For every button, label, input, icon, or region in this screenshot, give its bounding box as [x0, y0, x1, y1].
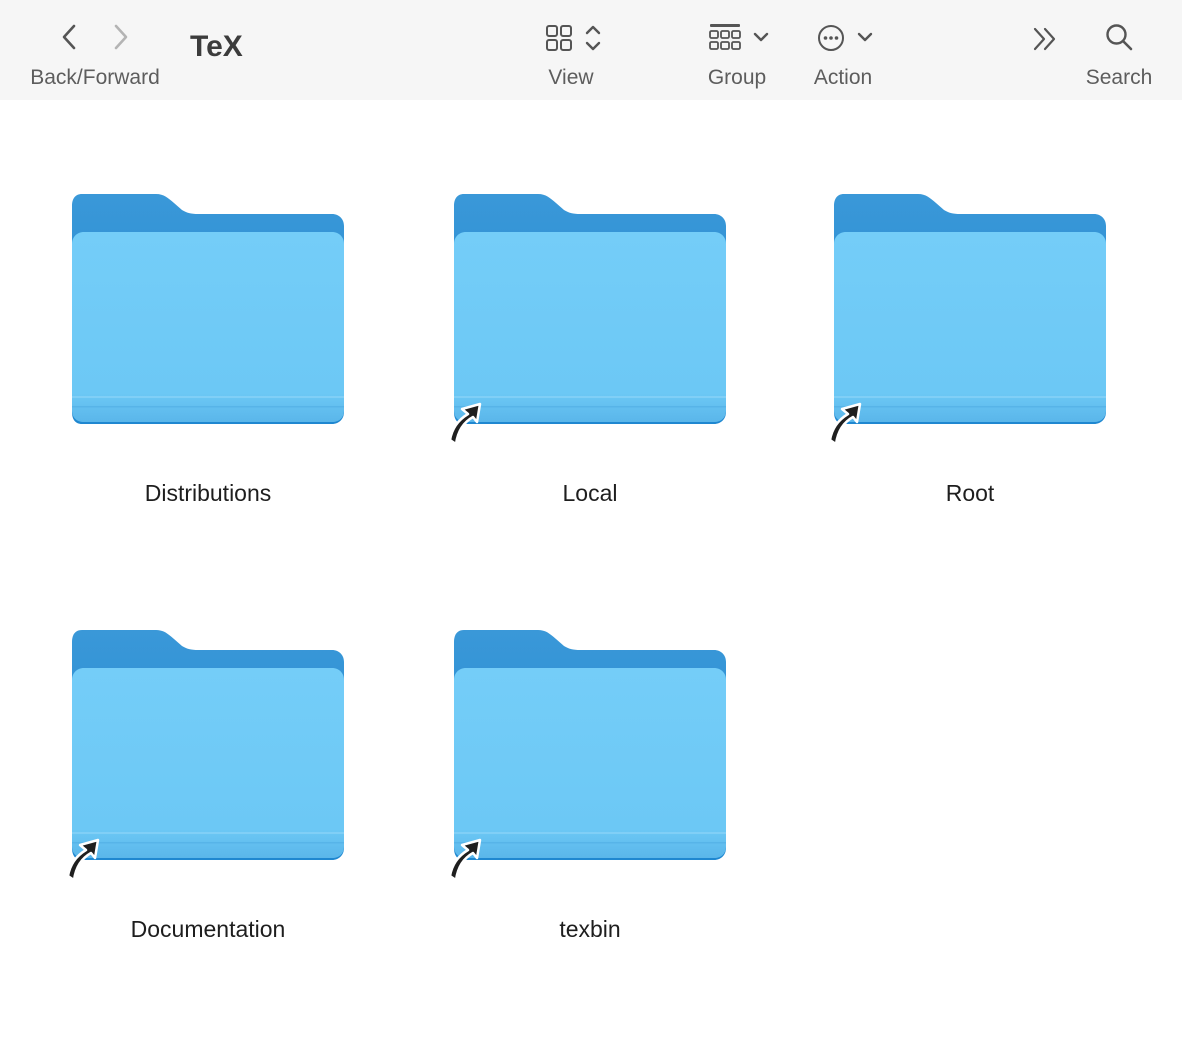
chevron-left-icon[interactable]	[58, 22, 80, 57]
group-label: Group	[707, 66, 767, 89]
alias-arrow-icon	[62, 834, 102, 886]
folder-icon	[452, 192, 728, 426]
folder-name: Documentation	[130, 916, 286, 942]
folder-icon	[452, 628, 728, 862]
search-label: Search	[1085, 66, 1153, 89]
folder-name: Local	[562, 480, 618, 506]
folder-name: Distributions	[144, 480, 272, 506]
action-label: Action	[813, 66, 873, 89]
folder-item-documentation[interactable]: Documentation	[58, 628, 358, 958]
chevron-down-icon[interactable]	[855, 30, 875, 51]
folder-item-texbin[interactable]: texbin	[440, 628, 740, 958]
ellipsis-circle-icon[interactable]	[816, 23, 846, 58]
folder-icon	[832, 192, 1108, 426]
group-grid-icon[interactable]	[708, 22, 742, 57]
magnifier-icon[interactable]	[1104, 22, 1134, 57]
folder-item-local[interactable]: Local	[440, 192, 740, 522]
folder-item-distributions[interactable]: Distributions	[58, 192, 358, 522]
view-label: View	[548, 66, 594, 89]
folder-name: texbin	[559, 916, 621, 942]
folder-name: Root	[945, 480, 995, 506]
sort-updown-icon[interactable]	[582, 22, 604, 59]
back-forward-label: Back/Forward	[30, 66, 160, 89]
folder-icon	[70, 192, 346, 426]
grid-icon[interactable]	[545, 24, 573, 57]
alias-arrow-icon	[824, 398, 864, 450]
chevron-right-icon[interactable]	[110, 22, 132, 57]
chevron-down-icon[interactable]	[751, 30, 771, 51]
chevron-double-right-icon[interactable]	[1030, 24, 1060, 59]
icon-grid: Distributions Local Root Documentation t…	[0, 100, 1182, 1054]
alias-arrow-icon	[444, 398, 484, 450]
alias-arrow-icon	[444, 834, 484, 886]
folder-item-root[interactable]: Root	[820, 192, 1120, 522]
window-title: TeX	[190, 30, 243, 63]
toolbar: Back/Forward TeX View Group Action Searc…	[0, 0, 1182, 100]
folder-icon	[70, 628, 346, 862]
